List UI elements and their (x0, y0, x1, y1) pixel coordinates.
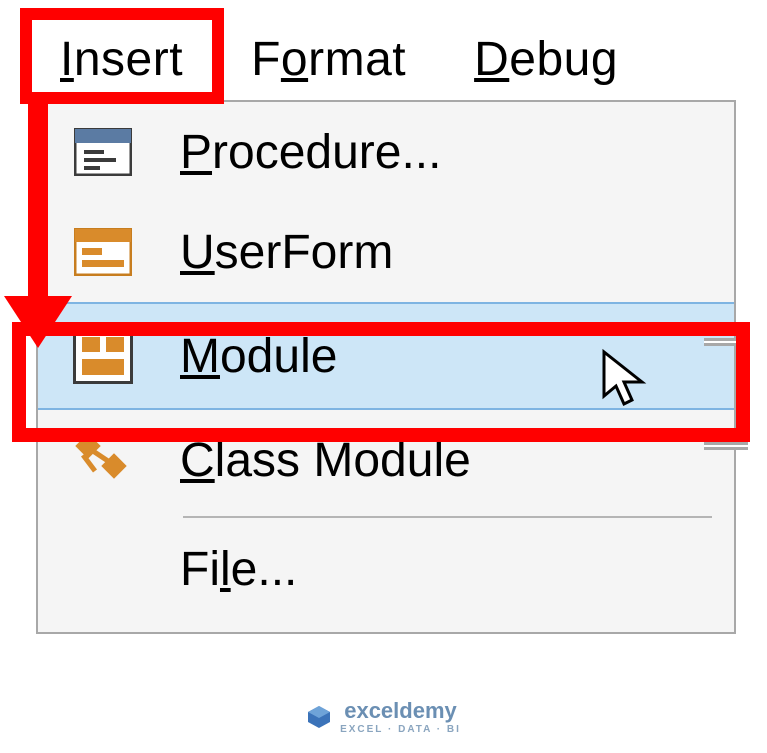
menu-item-class-module[interactable]: Class Module (38, 410, 734, 510)
connector-line (704, 442, 748, 450)
menu-label: Class Module (168, 433, 734, 488)
watermark-logo-icon (306, 704, 332, 730)
menu-item-userform[interactable]: UserForm (38, 202, 734, 302)
watermark-tagline: EXCEL · DATA · BI (340, 724, 461, 735)
cursor-icon (600, 348, 654, 410)
annotation-arrow-head (4, 296, 72, 348)
menu-item-procedure[interactable]: Procedure... (38, 102, 734, 202)
menu-debug[interactable]: Debug (450, 24, 642, 95)
class-module-icon (38, 433, 168, 487)
watermark: exceldemy EXCEL · DATA · BI (0, 698, 767, 735)
menu-separator (183, 516, 712, 518)
menu-item-file[interactable]: File... (38, 524, 734, 614)
connector-line (704, 338, 748, 346)
menu-insert[interactable]: Insert (36, 24, 207, 95)
annotation-arrow (28, 100, 48, 300)
watermark-brand: exceldemy (344, 698, 457, 723)
procedure-icon (38, 128, 168, 176)
menu-label: File... (168, 542, 734, 597)
menu-format[interactable]: Format (227, 24, 430, 95)
menu-label: UserForm (168, 225, 734, 280)
userform-icon (38, 228, 168, 276)
menu-label: Procedure... (168, 125, 734, 180)
menubar: Insert Format Debug (36, 20, 662, 98)
